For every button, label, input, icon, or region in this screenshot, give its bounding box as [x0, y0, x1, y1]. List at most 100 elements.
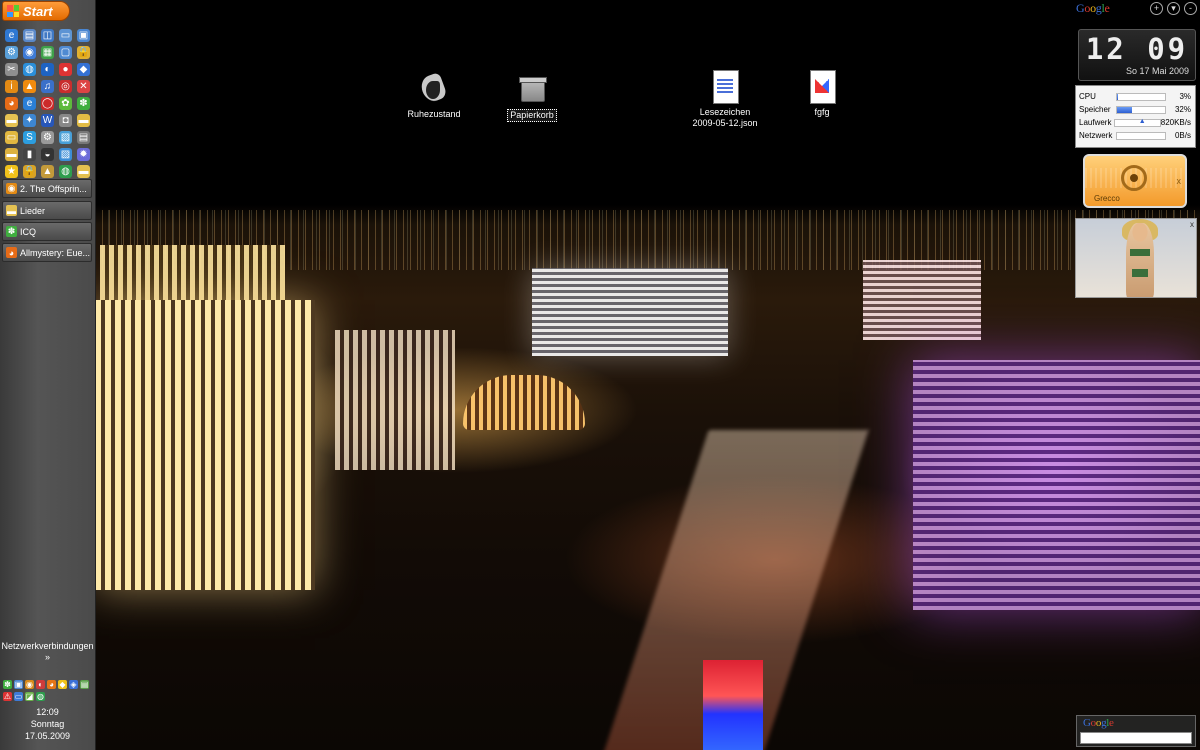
ie-icon[interactable]: e [23, 97, 36, 110]
folder-yellow-icon[interactable]: ▬ [77, 114, 90, 127]
task-button-firefox[interactable]: ◕ Allmystery: Eue... [2, 243, 92, 262]
update-tray-icon[interactable]: ◍ [36, 692, 45, 701]
volume-tray-icon[interactable]: ◉ [25, 680, 34, 689]
tray-day: Sonntag [30, 719, 65, 729]
desktop-icon-fgfg[interactable]: fgfg [781, 70, 863, 118]
info-icon[interactable]: i [5, 80, 18, 93]
google-logo: Google [1076, 1, 1110, 15]
warning-tray-icon[interactable]: ⚠ [3, 692, 12, 701]
earth-icon[interactable]: ◍ [59, 165, 72, 178]
tray-clock[interactable]: 12:09 Sonntag 17.05.2009 [0, 706, 95, 742]
firefox-icon[interactable]: ◕ [5, 97, 18, 110]
desktop-icon-recycle-bin[interactable]: Papierkorb [491, 72, 573, 122]
slideshow-photo-detail [1132, 269, 1148, 277]
music-icon[interactable]: ♫ [41, 80, 54, 93]
monitor-row-cpu: CPU 3% [1079, 90, 1192, 103]
desktop-icon-hibernate[interactable]: Ruhezustand [393, 72, 475, 120]
clock-gadget[interactable]: 12 09 So 17 Mai 2009 [1078, 29, 1196, 81]
bag-icon[interactable]: ▲ [41, 165, 54, 178]
close-icon[interactable]: x [1190, 220, 1194, 229]
folder-open-icon[interactable]: ▭ [5, 131, 18, 144]
folder-b-icon[interactable]: ▬ [77, 165, 90, 178]
scanner-icon[interactable]: ▤ [77, 131, 90, 144]
avast-tray-icon[interactable]: ◕ [47, 680, 56, 689]
window-icon[interactable]: ▢ [59, 46, 72, 59]
network-icon[interactable]: ◫ [41, 29, 54, 42]
close-icon[interactable]: x [1177, 176, 1182, 186]
folder-icon[interactable]: ▬ [5, 114, 18, 127]
usb-tray-icon[interactable]: ▤ [80, 680, 89, 689]
desktop-icon-bookmarks-file[interactable]: Lesezeichen 2009-05-12.json [684, 70, 766, 129]
gear-blue-icon[interactable]: ✦ [23, 114, 36, 127]
picture-icon[interactable]: ▧ [59, 131, 72, 144]
explorer-icon[interactable]: ▣ [77, 29, 90, 42]
minimize-sidebar-button[interactable]: - [1184, 2, 1197, 15]
wallpaper-building [863, 260, 981, 340]
monitor-icon[interactable]: ▭ [59, 29, 72, 42]
slideshow-gadget[interactable]: x [1075, 218, 1197, 298]
google-search-input[interactable] [1080, 732, 1192, 744]
icq-tray-icon[interactable]: ✽ [3, 680, 12, 689]
vlc-icon[interactable]: ▲ [23, 80, 36, 93]
system-monitor-gadget[interactable]: CPU 3% Speicher 32% Laufwerk ▲ 820KB/s N… [1075, 85, 1196, 148]
chat-icon[interactable]: ◉ [23, 46, 36, 59]
lock-icon[interactable]: 🔒 [77, 46, 90, 59]
gadget-settings-button[interactable]: ▾ [1167, 2, 1180, 15]
shield-tray-icon[interactable]: ◆ [58, 680, 67, 689]
red-app-icon[interactable]: ● [59, 63, 72, 76]
star-icon[interactable]: ★ [5, 165, 18, 178]
browser-icon[interactable]: e [5, 29, 18, 42]
nvidia-tray-icon[interactable]: ◪ [25, 692, 34, 701]
terminal-icon[interactable]: ▮ [23, 148, 36, 161]
security-tray-icon[interactable]: ◐ [36, 680, 45, 689]
monitor-label: CPU [1079, 92, 1096, 101]
disk-icon[interactable]: ◘ [59, 114, 72, 127]
folder-alt-icon[interactable]: ▬ [5, 148, 18, 161]
google-search-gadget: Google [1076, 715, 1196, 747]
gear-gray-icon[interactable]: ⚙ [41, 131, 54, 144]
monitor-bar [1116, 92, 1166, 101]
wallpaper-building [95, 300, 315, 590]
globe-icon[interactable]: ◍ [23, 63, 36, 76]
gear-dark-icon[interactable]: ✹ [77, 148, 90, 161]
lock-alt-icon[interactable]: 🔒 [23, 165, 36, 178]
tools-icon[interactable]: ✂ [5, 63, 18, 76]
clock-time: 12 09 [1085, 32, 1189, 66]
steam-icon[interactable]: ◒ [41, 148, 54, 161]
settings-icon[interactable]: ⚙ [5, 46, 18, 59]
skype-icon[interactable]: S [23, 131, 36, 144]
system-tray: ✽ ▣ ◉ ◐ ◕ ◆ ◈ ▤ ⚠ ▭ ◪ ◍ [2, 679, 92, 703]
red-circle-icon[interactable]: ◎ [59, 80, 72, 93]
network-tray-icon[interactable]: ▣ [14, 680, 23, 689]
vertical-taskbar: Start e ▤ ◫ ▭ ▣ ⚙ ◉ ▦ ▢ 🔒 ✂ ◍ ◐ ● ◆ i ▲ ♫ ◎ ✕ ◕ e ◯ ✿ ✽ ▬ ✦ W ◘ ▬ ▭ S ⚙ ▧… [0, 0, 96, 750]
opera-icon[interactable]: ◯ [41, 97, 54, 110]
monitor-bar-fill [1117, 106, 1133, 113]
clock-date: So 17 Mai 2009 [1125, 66, 1189, 76]
image-icon[interactable]: ▨ [59, 148, 72, 161]
folder-icon: ▬ [6, 205, 17, 216]
start-button[interactable]: Start [2, 1, 70, 21]
task-label: Allmystery: Eue... [20, 247, 91, 258]
task-button-media-player[interactable]: ◉ 2. The Offsprin... [2, 179, 92, 198]
add-gadget-button[interactable]: + [1150, 2, 1163, 15]
icq-icon[interactable]: ✽ [77, 97, 90, 110]
computer-icon[interactable]: ▤ [23, 29, 36, 42]
media-icon[interactable]: ◐ [41, 63, 54, 76]
start-button-label: Start [23, 3, 53, 19]
monitor-row-network: Netzwerk 0B/s [1079, 129, 1192, 142]
blue-app-icon[interactable]: ◆ [77, 63, 90, 76]
json-file-icon [708, 70, 742, 104]
task-button-icq[interactable]: ✽ ICQ [2, 222, 92, 241]
flower-icon[interactable]: ✿ [59, 97, 72, 110]
task-button-lieder[interactable]: ▬ Lieder [2, 201, 92, 220]
bluetooth-tray-icon[interactable]: ◈ [69, 680, 78, 689]
word-icon[interactable]: W [41, 114, 54, 127]
task-label: 2. The Offsprin... [20, 183, 87, 194]
display-tray-icon[interactable]: ▭ [14, 692, 23, 701]
desktop-wallpaper [95, 0, 1200, 750]
monitor-bar-fill [1117, 93, 1119, 100]
cross-icon[interactable]: ✕ [77, 80, 90, 93]
media-player-gadget[interactable]: x Grecco [1083, 154, 1187, 208]
app-green-icon[interactable]: ▦ [41, 46, 54, 59]
network-connections-toggle[interactable]: Netzwerkverbindungen » [0, 641, 95, 662]
